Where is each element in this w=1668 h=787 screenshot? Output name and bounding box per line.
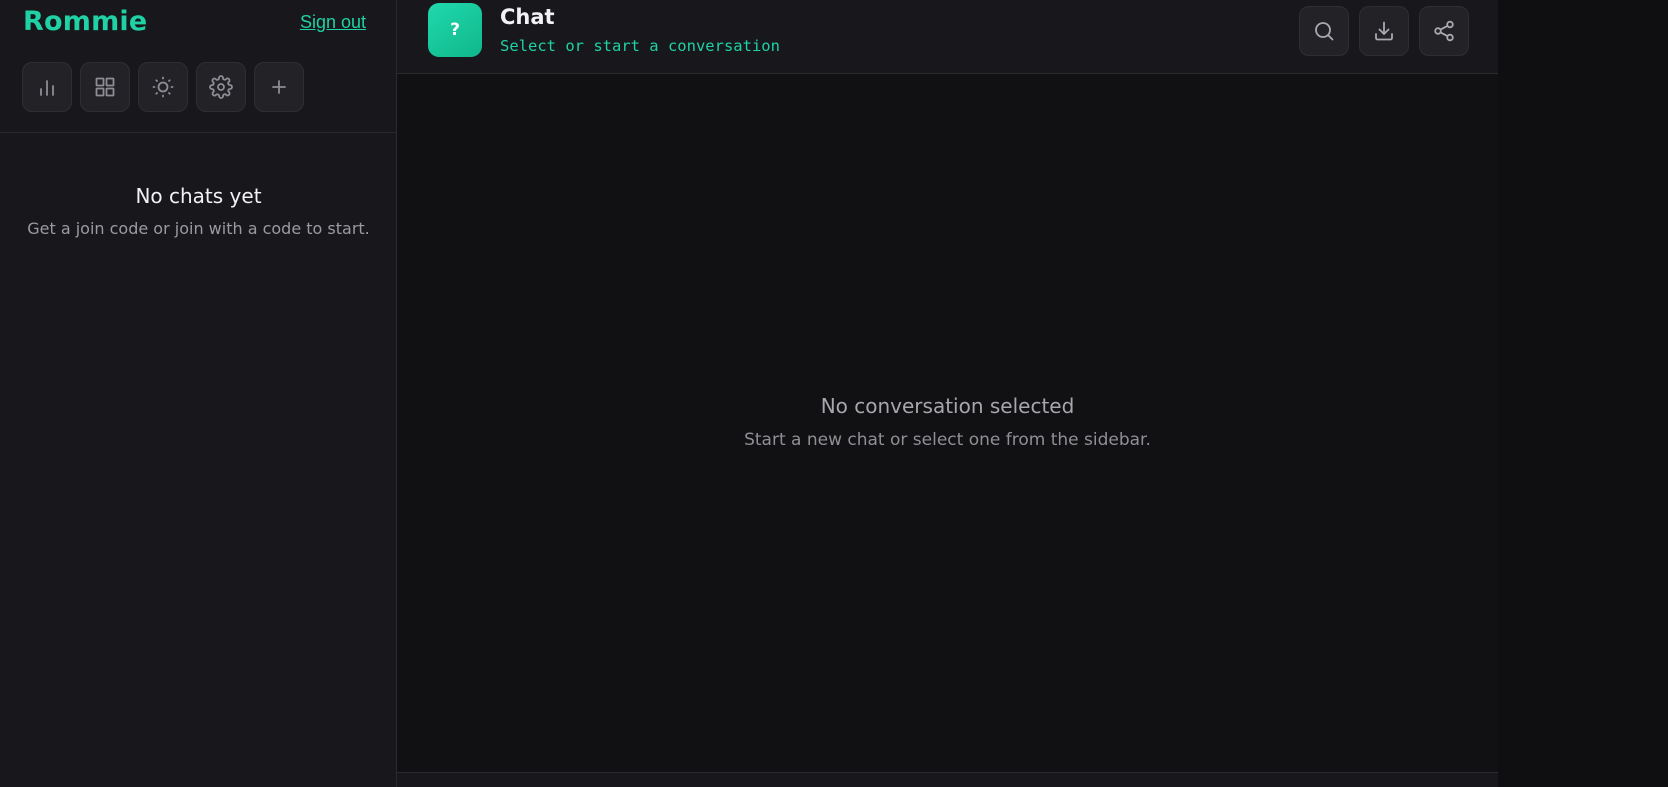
download-button[interactable] [1359, 6, 1409, 56]
sidebar-toolbar [22, 62, 304, 112]
chat-subtitle: Select or start a conversation [500, 37, 780, 55]
sidebar-divider [0, 132, 397, 133]
empty-conversation-title: No conversation selected [820, 394, 1075, 418]
download-icon [1375, 21, 1393, 41]
gear-icon [209, 75, 233, 99]
chat-panel: ? Chat Select or start a conversation No… [397, 0, 1498, 787]
bar-chart-icon [40, 80, 54, 96]
chat-header: ? Chat Select or start a conversation [397, 0, 1498, 74]
empty-conversation-subtitle: Start a new chat or select one from the … [744, 430, 1151, 450]
page-gutter [1498, 0, 1668, 787]
sign-out-link[interactable]: Sign out [300, 12, 366, 33]
brand-logo: Rommie [23, 6, 148, 37]
chat-avatar: ? [428, 3, 482, 57]
search-button[interactable] [1299, 6, 1349, 56]
apps-button[interactable] [80, 62, 130, 112]
settings-button[interactable] [196, 62, 246, 112]
sidebar: Rommie Sign out No chats yet Get a join … [0, 0, 397, 787]
share-button[interactable] [1419, 6, 1469, 56]
composer-area [397, 772, 1498, 787]
stats-button[interactable] [22, 62, 72, 112]
theme-toggle-button[interactable] [138, 62, 188, 112]
chat-list-empty-state: No chats yet Get a join code or join wit… [0, 184, 397, 238]
grid-icon [95, 77, 115, 97]
plus-icon [272, 80, 286, 94]
empty-chats-title: No chats yet [135, 184, 262, 208]
sun-icon [152, 76, 174, 98]
search-icon [1315, 22, 1334, 41]
empty-chats-subtitle: Get a join code or join with a code to s… [27, 219, 370, 238]
chat-title: Chat [500, 5, 555, 29]
chat-header-actions [1299, 6, 1469, 56]
new-chat-button[interactable] [254, 62, 304, 112]
conversation-empty-state: No conversation selected Start a new cha… [397, 394, 1498, 450]
share-icon [1434, 20, 1454, 42]
